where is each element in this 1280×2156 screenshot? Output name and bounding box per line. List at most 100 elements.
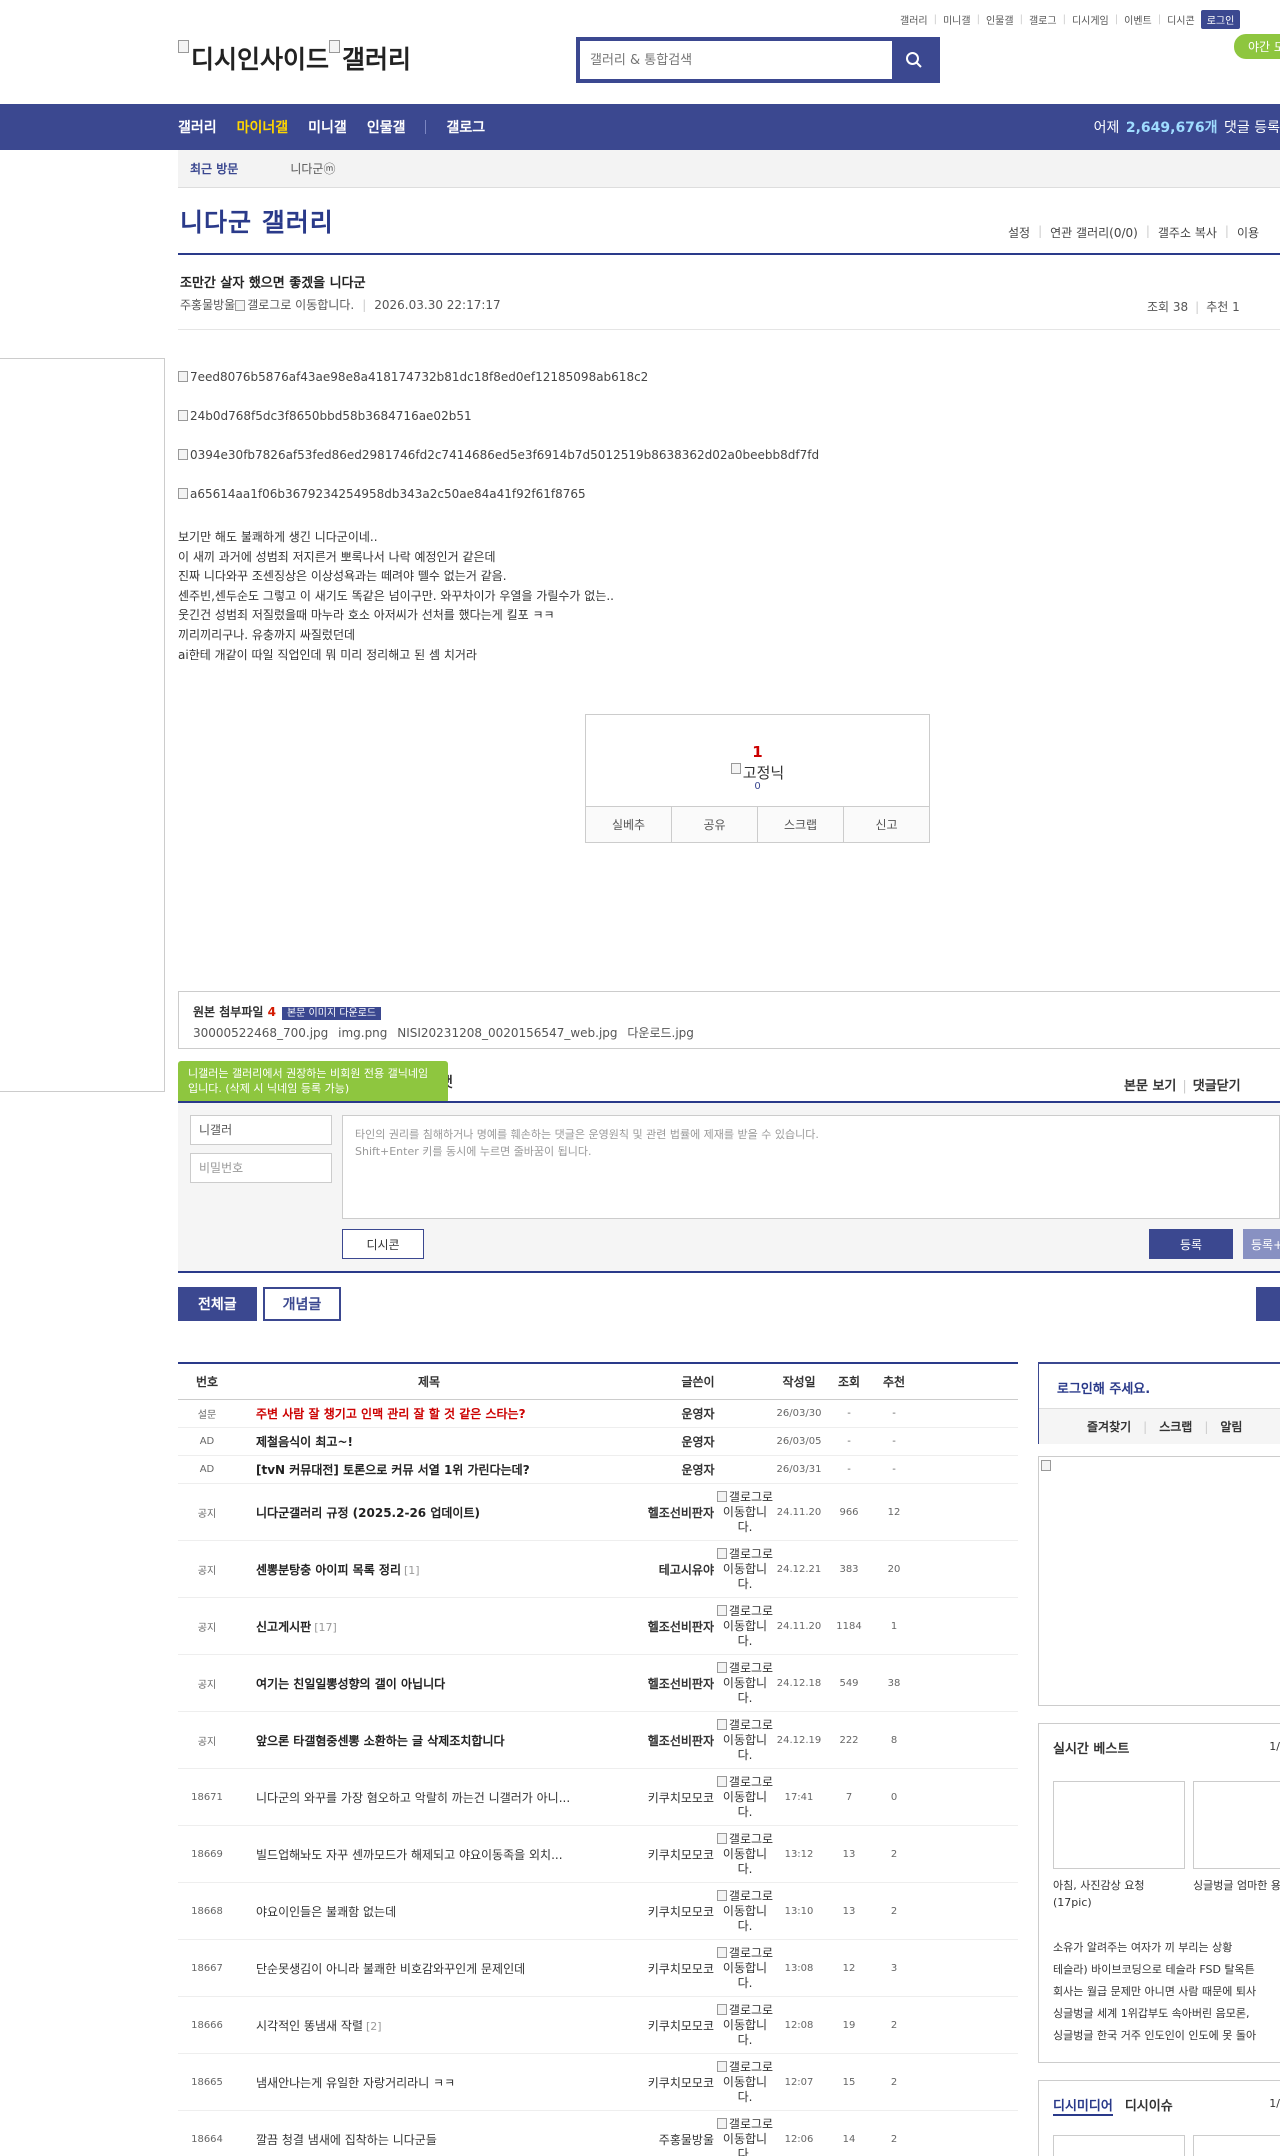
table-row[interactable]: 18671 니다군의 와꾸를 가장 혐오하고 악랄히 까는건 니갤러가 아니...…: [178, 1769, 1018, 1826]
writer-gallog-link[interactable]: 갤로그로 이동합니다.: [716, 1889, 774, 1934]
gallery-title[interactable]: 니다군 갤러리: [180, 203, 334, 239]
media-thumbnail[interactable]: [1053, 2135, 1185, 2156]
writer-gallog-link[interactable]: 갤로그로 이동합니다.: [716, 2060, 774, 2105]
best-thumbnail[interactable]: [1053, 1781, 1185, 1869]
best-list-item[interactable]: 소유가 알려주는 여자가 끼 부리는 상황: [1053, 1937, 1280, 1959]
post-writer[interactable]: 운영자: [622, 1461, 774, 1478]
nickname-field[interactable]: 니갤러: [190, 1115, 332, 1145]
attachment-file[interactable]: NISI20231208_0020156547_web.jpg: [397, 1026, 617, 1040]
tab-dc-issue[interactable]: 디시이슈: [1125, 2095, 1173, 2116]
post-title-link[interactable]: 니다군의 와꾸를 가장 혐오하고 악랄히 까는건 니갤러가 아니...: [236, 1789, 622, 1806]
post-writer[interactable]: 키쿠치모모코 갤로그로 이동합니다.: [622, 1832, 774, 1877]
tab-concept-posts[interactable]: 개념글: [262, 1287, 342, 1321]
media-thumbnail[interactable]: [1193, 2135, 1280, 2156]
view-body-link[interactable]: 본문 보기: [1124, 1079, 1176, 1094]
gallery-menu-related[interactable]: 연관 갤러리(0/0): [1050, 224, 1138, 241]
share-button[interactable]: 공유: [672, 807, 758, 842]
gallery-menu-usage[interactable]: 이용: [1237, 224, 1259, 241]
best-list-item[interactable]: 싱글벙글 한국 거주 인도인이 인도에 못 돌아: [1053, 2025, 1280, 2047]
post-writer[interactable]: 헬조선비판자 갤로그로 이동합니다.: [622, 1604, 774, 1649]
table-row[interactable]: 설문 주변 사람 잘 챙기고 인맥 관리 잘 할 것 같은 스타는? 운영자 26/0…: [178, 1400, 1018, 1428]
post-writer[interactable]: 헬조선비판자 갤로그로 이동합니다.: [622, 1661, 774, 1706]
post-title-link[interactable]: 제철음식이 최고~!: [236, 1433, 622, 1450]
util-link-game[interactable]: 디시게임: [1072, 12, 1109, 27]
post-title-link[interactable]: 여기는 친일일뽕성향의 갤이 아닙니다: [236, 1675, 622, 1692]
util-link-event[interactable]: 이벤트: [1124, 12, 1152, 27]
login-button[interactable]: 로그인: [1200, 10, 1241, 29]
post-title-link[interactable]: 야요이인들은 불쾌함 없는데: [236, 1903, 622, 1920]
night-mode-toggle[interactable]: 야간 모드: [1234, 34, 1280, 59]
writer-gallog-link[interactable]: 갤로그로 이동합니다.: [716, 1718, 774, 1763]
post-title-link[interactable]: 주변 사람 잘 챙기고 인맥 관리 잘 할 것 같은 스타는?: [236, 1405, 622, 1422]
best-caption[interactable]: 아침, 사진감상 요청 (17pic): [1053, 1877, 1185, 1911]
login-prompt[interactable]: 로그인해 주세요.: [1057, 1378, 1150, 1397]
best-list-item[interactable]: 회사는 월급 문제만 아니면 사람 때문에 퇴사: [1053, 1981, 1280, 2003]
report-button[interactable]: 신고: [844, 807, 929, 842]
fixed-nick-recommend[interactable]: 고정닉: [586, 762, 929, 783]
table-row[interactable]: 공지 신고게시판 [17] 헬조선비판자 갤로그로 이동합니다. 24.11.20 1184…: [178, 1598, 1018, 1655]
search-input[interactable]: [580, 41, 892, 79]
post-writer[interactable]: 키쿠치모모코 갤로그로 이동합니다.: [622, 1775, 774, 1820]
recent-visit-label[interactable]: 최근 방문: [190, 160, 238, 177]
nav-minor-gallery[interactable]: 마이너갤: [237, 117, 289, 137]
nav-gallery[interactable]: 갤러리: [178, 117, 217, 137]
attachment-file[interactable]: img.png: [338, 1026, 387, 1040]
tab-dc-media[interactable]: 디시미디어: [1053, 2095, 1113, 2116]
post-writer[interactable]: 운영자: [622, 1405, 774, 1422]
post-title-link[interactable]: 니다군갤러리 규정 (2025.2-26 업데이트): [236, 1504, 622, 1521]
reply-count[interactable]: [1]: [404, 1564, 420, 1577]
post-title-link[interactable]: 단순못생김이 아니라 불쾌한 비호감와꾸인게 문제인데: [236, 1960, 622, 1977]
util-link-gallery[interactable]: 갤러리: [900, 12, 928, 27]
post-writer[interactable]: 키쿠치모모코 갤로그로 이동합니다.: [622, 1889, 774, 1934]
table-row[interactable]: AD [tvN 커뮤대전] 토론으로 커뮤 서열 1위 가린다는데? 운영자 26/0…: [178, 1456, 1018, 1484]
writer-gallog-link[interactable]: 갤로그로 이동합니다.: [716, 1832, 774, 1877]
table-row[interactable]: 18664 깔끔 청결 냄새에 집착하는 니다군들 주홍물방울 갤로그로 이동합니다.…: [178, 2111, 1018, 2156]
reply-count[interactable]: [17]: [314, 1621, 337, 1634]
writer-gallog-link[interactable]: 갤로그로 이동합니다.: [716, 1547, 774, 1592]
password-field[interactable]: 비밀번호: [190, 1153, 332, 1183]
post-writer[interactable]: 키쿠치모모코 갤로그로 이동합니다.: [622, 2003, 774, 2048]
sidebar-ad[interactable]: [1038, 1456, 1280, 1706]
favorites-link[interactable]: 즐겨찾기: [1087, 1418, 1131, 1435]
post-writer[interactable]: 테고시유야 갤로그로 이동합니다.: [622, 1547, 774, 1592]
best-list-item[interactable]: 싱글벙글 세계 1위갑부도 속아버린 음모론,: [1053, 2003, 1280, 2025]
post-writer[interactable]: 운영자: [622, 1433, 774, 1450]
scrap-link[interactable]: 스크랩: [1159, 1418, 1192, 1435]
writer-gallog-link[interactable]: 갤로그로 이동합니다.: [716, 2117, 774, 2156]
writer-gallog-link[interactable]: 갤로그로 이동합니다.: [716, 1490, 774, 1535]
best-thumbnail[interactable]: [1193, 1781, 1280, 1869]
writer-gallog-link[interactable]: 갤로그로 이동합니다.: [716, 1775, 774, 1820]
best-list-item[interactable]: 테슬라) 바이브코딩으로 테슬라 FSD 탈옥튼: [1053, 1959, 1280, 1981]
post-title-link[interactable]: 앞으론 타갤혐중센뽕 소환하는 글 삭제조치합니다: [236, 1732, 622, 1749]
best-caption[interactable]: 싱글벙글 엄마한 용품 들킨 트랙네: [1193, 1877, 1280, 1894]
search-button[interactable]: [892, 41, 936, 79]
writer-gallog-link[interactable]: 갤로그로 이동합니다.: [716, 1946, 774, 1991]
table-row[interactable]: AD 제철음식이 최고~! 운영자 26/03/05 - -: [178, 1428, 1018, 1456]
table-row[interactable]: 18668 야요이인들은 불쾌함 없는데 키쿠치모모코 갤로그로 이동합니다. 13:1…: [178, 1883, 1018, 1940]
post-title-link[interactable]: 시각적인 똥냄새 작렬 [2]: [236, 2017, 622, 2034]
scrap-button[interactable]: 스크랩: [758, 807, 844, 842]
writer-gallog-link[interactable]: 갤로그로 이동합니다.: [716, 2003, 774, 2048]
tab-all-posts[interactable]: 전체글: [178, 1287, 257, 1321]
post-writer[interactable]: 헬조선비판자 갤로그로 이동합니다.: [622, 1718, 774, 1763]
writer-gallog-link[interactable]: 갤로그로 이동합니다.: [716, 1604, 774, 1649]
post-writer[interactable]: 키쿠치모모코 갤로그로 이동합니다.: [622, 1946, 774, 1991]
close-comments-link[interactable]: 댓글닫기: [1193, 1079, 1241, 1094]
reply-count[interactable]: [2]: [366, 2020, 382, 2033]
table-row[interactable]: 18669 빌드업해놔도 자꾸 센까모드가 해제되고 야요이동족을 외치... 키쿠…: [178, 1826, 1018, 1883]
site-logo[interactable]: 디시인사이드 갤러리: [178, 40, 411, 76]
dccon-button[interactable]: 디시콘: [342, 1229, 424, 1259]
post-title-link[interactable]: 냄새안나는게 유일한 자랑거리라니 ㅋㅋ: [236, 2074, 622, 2091]
post-author-gallog[interactable]: 갤로그로 이동합니다.: [247, 296, 354, 313]
util-link-person[interactable]: 인물갤: [986, 12, 1014, 27]
gallery-menu-copy-url[interactable]: 갤주소 복사: [1158, 224, 1217, 241]
table-row[interactable]: 공지 앞으론 타갤혐중센뽕 소환하는 글 삭제조치합니다 헬조선비판자 갤로그로 이동…: [178, 1712, 1018, 1769]
best-recommend-button[interactable]: 실베추: [586, 807, 672, 842]
comment-textarea[interactable]: 타인의 권리를 침해하거나 명예를 훼손하는 댓글은 운영원칙 및 관련 법률에…: [342, 1115, 1280, 1219]
download-images-button[interactable]: 본문 이미지 다운로드: [281, 1007, 382, 1020]
table-row[interactable]: 18665 냄새안나는게 유일한 자랑거리라니 ㅋㅋ 키쿠치모모코 갤로그로 이동합니…: [178, 2054, 1018, 2111]
util-link-mini[interactable]: 미니갤: [943, 12, 971, 27]
post-title-link[interactable]: 신고게시판 [17]: [236, 1618, 622, 1635]
notification-link[interactable]: 알림: [1220, 1418, 1242, 1435]
attachment-file[interactable]: 다운로드.jpg: [627, 1026, 694, 1040]
